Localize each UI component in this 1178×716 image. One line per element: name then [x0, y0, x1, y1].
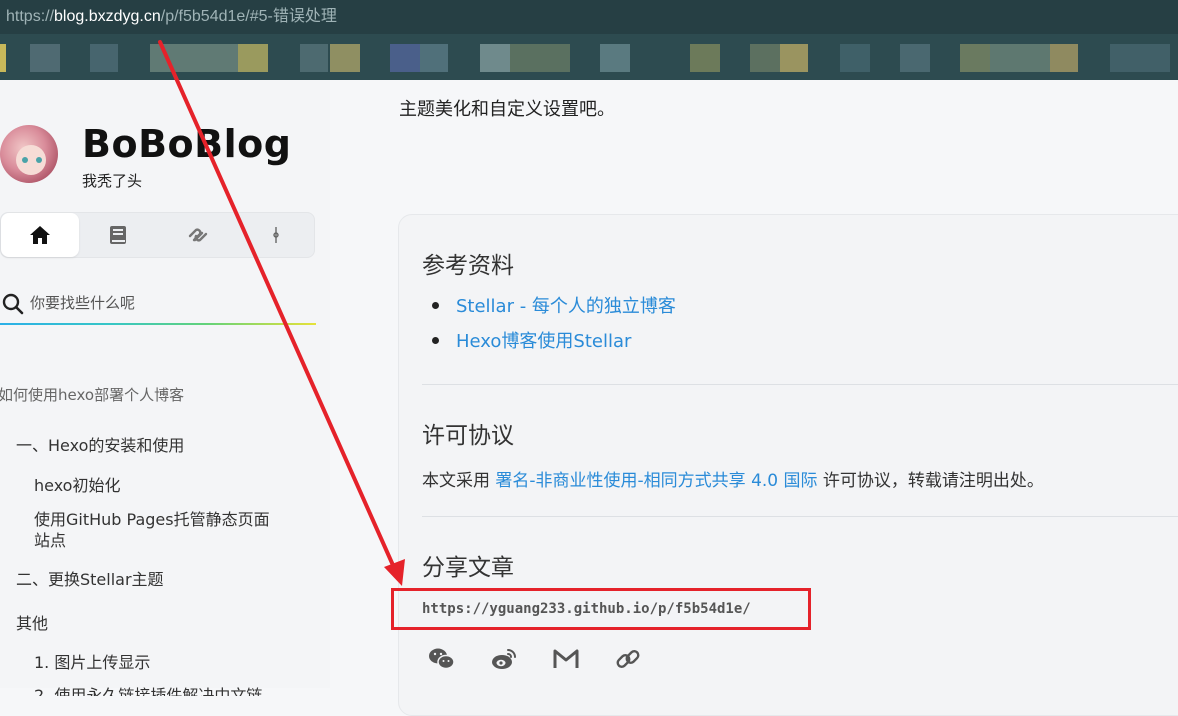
bookmark-item[interactable]	[480, 44, 510, 72]
toc-item-continued[interactable]: 站点	[34, 527, 66, 551]
reference-link[interactable]: Stellar - 每个人的独立博客	[456, 292, 676, 318]
article-text: 主题美化和自定义设置吧。	[399, 99, 615, 120]
url-path: /p/f5b54d1e/#5-错误处理	[160, 8, 337, 25]
address-bar[interactable]: https://blog.bxzdyg.cn/p/f5b54d1e/#5-错误处…	[0, 0, 1178, 34]
link-icon	[616, 650, 640, 668]
bookmark-item[interactable]	[1110, 44, 1170, 72]
toc-root[interactable]: 如何使用hexo部署个人博客	[0, 384, 184, 405]
gmail-icon	[553, 649, 579, 668]
avatar[interactable]	[0, 125, 58, 183]
share-weibo-button[interactable]	[489, 644, 519, 674]
site-subtitle: 我秃了头	[82, 172, 143, 190]
bookmark-item[interactable]	[420, 44, 448, 72]
bookmark-item[interactable]	[600, 44, 630, 72]
avatar-eye	[36, 157, 42, 163]
bookmark-item[interactable]	[900, 44, 930, 72]
commit-icon	[273, 227, 279, 243]
bullet	[432, 302, 439, 309]
bookmark-item[interactable]	[300, 44, 328, 72]
search-box[interactable]	[0, 280, 316, 326]
toc-item[interactable]: 二、更换Stellar主题	[16, 566, 164, 590]
bookmark-item[interactable]	[510, 44, 570, 72]
article-footer-card	[398, 214, 1178, 716]
bookmark-item[interactable]	[150, 44, 240, 72]
wechat-icon	[429, 648, 455, 670]
squarespace-icon	[188, 228, 208, 242]
share-heading: 分享文章	[422, 555, 514, 581]
bookmark-item[interactable]	[238, 44, 268, 72]
home-icon	[30, 226, 50, 244]
bookmark-item[interactable]	[960, 44, 990, 72]
bookmark-item[interactable]	[840, 44, 870, 72]
bookmark-item[interactable]	[780, 44, 808, 72]
license-suffix: 许可协议，转载请注明出处。	[817, 471, 1044, 491]
bookmark-item[interactable]	[30, 44, 60, 72]
toc-item[interactable]: 一、Hexo的安装和使用	[16, 432, 184, 456]
url-text[interactable]: https://blog.bxzdyg.cn/p/f5b54d1e/#5-错误处…	[6, 0, 337, 34]
bullet	[432, 337, 439, 344]
license-heading: 许可协议	[422, 423, 514, 449]
references-heading: 参考资料	[422, 253, 514, 279]
toc-item[interactable]: 2. 使用永久链接插件解决中文链	[34, 682, 262, 696]
tab-wiki[interactable]	[79, 213, 157, 257]
license-prefix: 本文采用	[422, 471, 496, 491]
bookmark-item[interactable]	[690, 44, 720, 72]
reference-link[interactable]: Hexo博客使用Stellar	[456, 327, 631, 353]
share-email-button[interactable]	[551, 644, 581, 674]
toc-item[interactable]: 其他	[16, 610, 48, 634]
search-input[interactable]	[30, 292, 300, 314]
weibo-icon	[492, 649, 516, 669]
bookmark-item[interactable]	[990, 44, 1050, 72]
share-wechat-button[interactable]	[427, 644, 457, 674]
bookmark-item[interactable]	[1050, 44, 1078, 72]
sidebar-tabs	[0, 212, 315, 258]
tab-timeline[interactable]	[237, 213, 315, 257]
toc-item[interactable]: 使用GitHub Pages托管静态页面	[34, 506, 270, 530]
bookmark-item[interactable]	[750, 44, 780, 72]
tab-home[interactable]	[1, 213, 79, 257]
share-copy-link-button[interactable]	[613, 644, 643, 674]
bookmark-item[interactable]	[330, 44, 360, 72]
search-icon	[2, 293, 24, 315]
book-icon	[110, 226, 126, 244]
divider	[422, 384, 1178, 385]
license-text: 本文采用 署名-非商业性使用-相同方式共享 4.0 国际 许可协议，转载请注明出…	[422, 466, 1044, 491]
bookmark-item[interactable]	[0, 44, 6, 72]
divider	[422, 516, 1178, 517]
bookmarks-bar	[0, 34, 1178, 80]
url-host: blog.bxzdyg.cn	[54, 8, 161, 25]
bookmark-item[interactable]	[90, 44, 118, 72]
tab-notes[interactable]	[159, 213, 237, 257]
site-title[interactable]: BoBoBlog	[82, 122, 291, 166]
sidebar: BoBoBlog 我秃了头 如何使用hexo部署个人博客 一、Hexo的安装和使…	[0, 80, 330, 696]
toc-item[interactable]: hexo初始化	[34, 472, 120, 496]
url-scheme: https://	[6, 8, 55, 25]
annotation-highlight-box	[391, 588, 811, 630]
license-link[interactable]: 署名-非商业性使用-相同方式共享 4.0 国际	[495, 471, 817, 491]
search-underline	[0, 323, 316, 325]
avatar-eye	[22, 157, 28, 163]
bookmark-item[interactable]	[390, 44, 420, 72]
toc-item[interactable]: 1. 图片上传显示	[34, 649, 150, 673]
